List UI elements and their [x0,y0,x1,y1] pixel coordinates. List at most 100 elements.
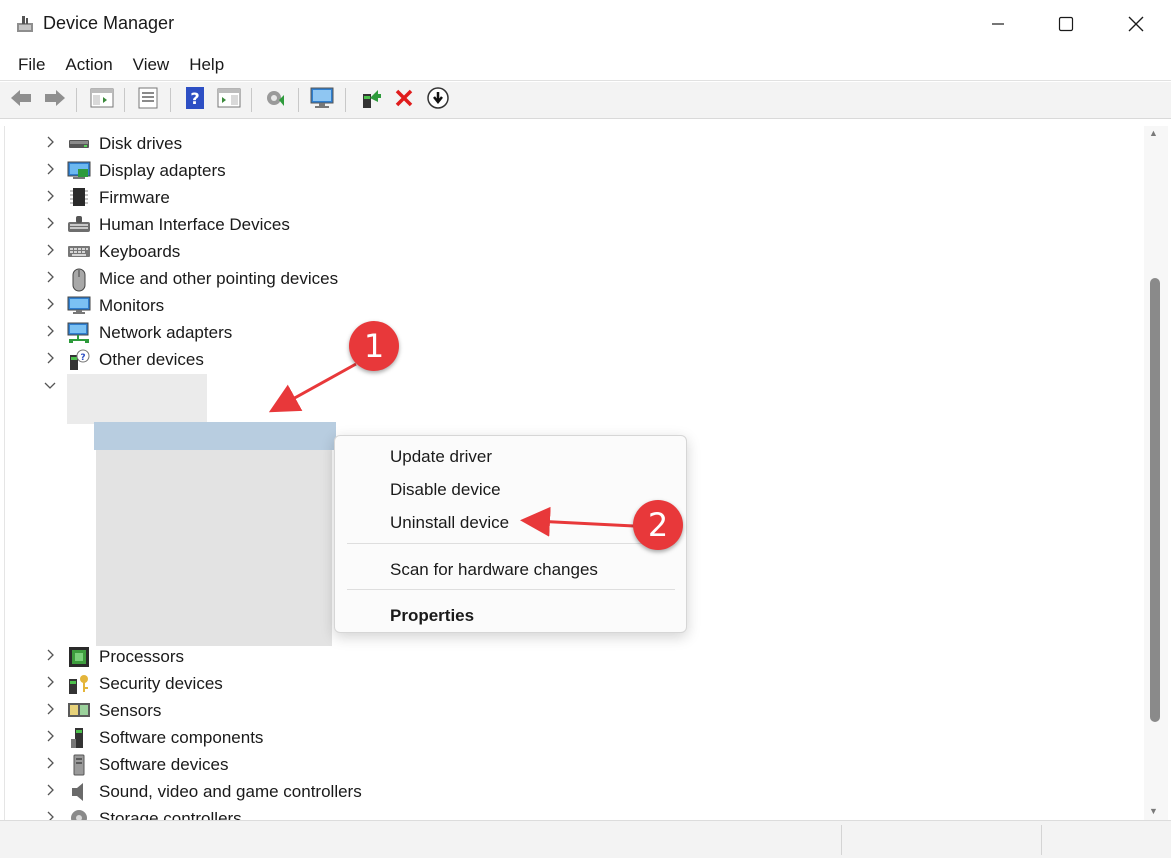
chevron-right-icon[interactable] [42,188,58,204]
tree-item-label: Monitors [99,296,165,315]
software-component-icon [67,727,91,748]
toolbar-separator [298,88,299,112]
annotation-badge-2: 2 [633,500,683,550]
chevron-right-icon[interactable] [42,296,58,312]
tree-item-disk-drives[interactable]: Disk drives [5,130,905,157]
tree-item-processors[interactable]: Processors [5,643,905,670]
tree-item-human-interface-devices[interactable]: Human Interface Devices [5,211,905,238]
back-arrow-icon [9,88,33,113]
chevron-right-icon[interactable] [42,269,58,285]
vertical-scrollbar[interactable]: ▲ ▼ [1144,126,1168,820]
chevron-down-icon[interactable] [42,377,58,393]
mouse-icon [67,268,91,292]
chevron-right-icon[interactable] [42,674,58,690]
menu-view[interactable]: View [123,50,180,80]
monitor-toolbar-button[interactable] [309,87,335,113]
scrollbar-thumb[interactable] [1150,278,1160,722]
chevron-right-icon[interactable] [42,161,58,177]
back-button[interactable] [8,87,34,113]
context-properties[interactable]: Properties [390,606,474,626]
help-icon: ? [184,86,206,115]
close-button[interactable] [1101,0,1171,48]
tree-item-label: Human Interface Devices [99,215,290,234]
chevron-right-icon[interactable] [42,755,58,771]
enable-device-toolbar-button[interactable] [425,86,451,115]
chevron-right-icon[interactable] [42,215,58,231]
menu-divider [0,80,1171,81]
tree-item-monitors[interactable]: Monitors [5,292,905,319]
chevron-right-icon[interactable] [42,701,58,717]
toolbar-separator [170,88,171,112]
console-tree-icon [90,87,114,114]
context-separator [347,589,675,590]
toolbar-separator [124,88,125,112]
chevron-right-icon[interactable] [42,728,58,744]
menu-action[interactable]: Action [55,50,122,80]
menu-help[interactable]: Help [179,50,234,80]
tree-item-mice[interactable]: Mice and other pointing devices [5,265,905,292]
maximize-button[interactable] [1031,0,1101,48]
selected-device-row[interactable] [94,422,336,450]
toolbar-separator [76,88,77,112]
context-scan-hardware[interactable]: Scan for hardware changes [390,560,598,580]
other-devices-icon: ? [67,349,91,370]
show-hide-console-tree-button[interactable] [89,87,115,113]
tree-item-label: Software devices [99,755,229,774]
forward-arrow-icon [43,88,67,113]
chevron-right-icon[interactable] [42,782,58,798]
help-toolbar-button[interactable]: ? [182,86,208,115]
redacted-device-list [96,450,332,646]
tree-item-software-devices[interactable]: Software devices [5,751,905,778]
context-disable-device[interactable]: Disable device [390,480,501,500]
scan-hardware-icon [264,86,288,115]
action-pane-icon [217,87,241,114]
down-arrow-circle-icon [426,86,450,115]
context-update-driver[interactable]: Update driver [390,447,492,467]
context-separator [347,543,675,544]
minimize-button[interactable] [963,0,1033,48]
scroll-up-arrow-icon[interactable]: ▲ [1149,128,1158,138]
monitor-icon [67,295,91,315]
chevron-right-icon[interactable] [42,809,58,820]
context-uninstall-device[interactable]: Uninstall device [390,513,509,533]
toolbar-separator [251,88,252,112]
tree-item-firmware[interactable]: Firmware [5,184,905,211]
tree-item-label: Storage controllers [99,809,242,820]
chevron-right-icon[interactable] [42,242,58,258]
chevron-right-icon[interactable] [42,134,58,150]
tree-item-label: Software components [99,728,264,747]
tree-item-label: Processors [99,647,185,666]
tree-item-storage-controllers[interactable]: Storage controllers [5,805,905,820]
tree-item-label: Mice and other pointing devices [99,269,339,288]
toolbar-divider [0,118,1171,119]
status-bar [0,820,1171,858]
tree-item-security-devices[interactable]: Security devices [5,670,905,697]
tree-item-sound-video-game[interactable]: Sound, video and game controllers [5,778,905,805]
properties-toolbar-button[interactable] [135,87,161,113]
tree-item-label: Firmware [99,188,170,207]
uninstall-device-toolbar-button[interactable] [391,87,417,113]
status-divider [1041,825,1042,855]
menu-bar: File Action View Help [0,50,1171,80]
chevron-right-icon[interactable] [42,323,58,339]
window-title: Device Manager [43,13,175,33]
menu-file[interactable]: File [8,50,55,80]
scan-hardware-button[interactable] [263,87,289,113]
action-pane-button[interactable] [216,87,242,113]
tree-item-software-components[interactable]: Software components [5,724,905,751]
forward-button[interactable] [42,87,68,113]
status-divider [841,825,842,855]
tree-item-label: Keyboards [99,242,181,261]
tree-item-display-adapters[interactable]: Display adapters [5,157,905,184]
chevron-right-icon[interactable] [42,647,58,663]
storage-controller-icon [67,808,91,820]
scroll-down-arrow-icon[interactable]: ▼ [1149,806,1158,816]
tree-item-other-devices[interactable]: ? Other devices [5,346,905,373]
display-adapter-icon [67,160,91,180]
tree-item-keyboards[interactable]: Keyboards [5,238,905,265]
chevron-right-icon[interactable] [42,350,58,366]
software-device-icon [67,754,91,776]
tree-item-sensors[interactable]: Sensors [5,697,905,724]
update-driver-toolbar-button[interactable] [357,87,383,113]
tree-item-network-adapters[interactable]: Network adapters [5,319,905,346]
